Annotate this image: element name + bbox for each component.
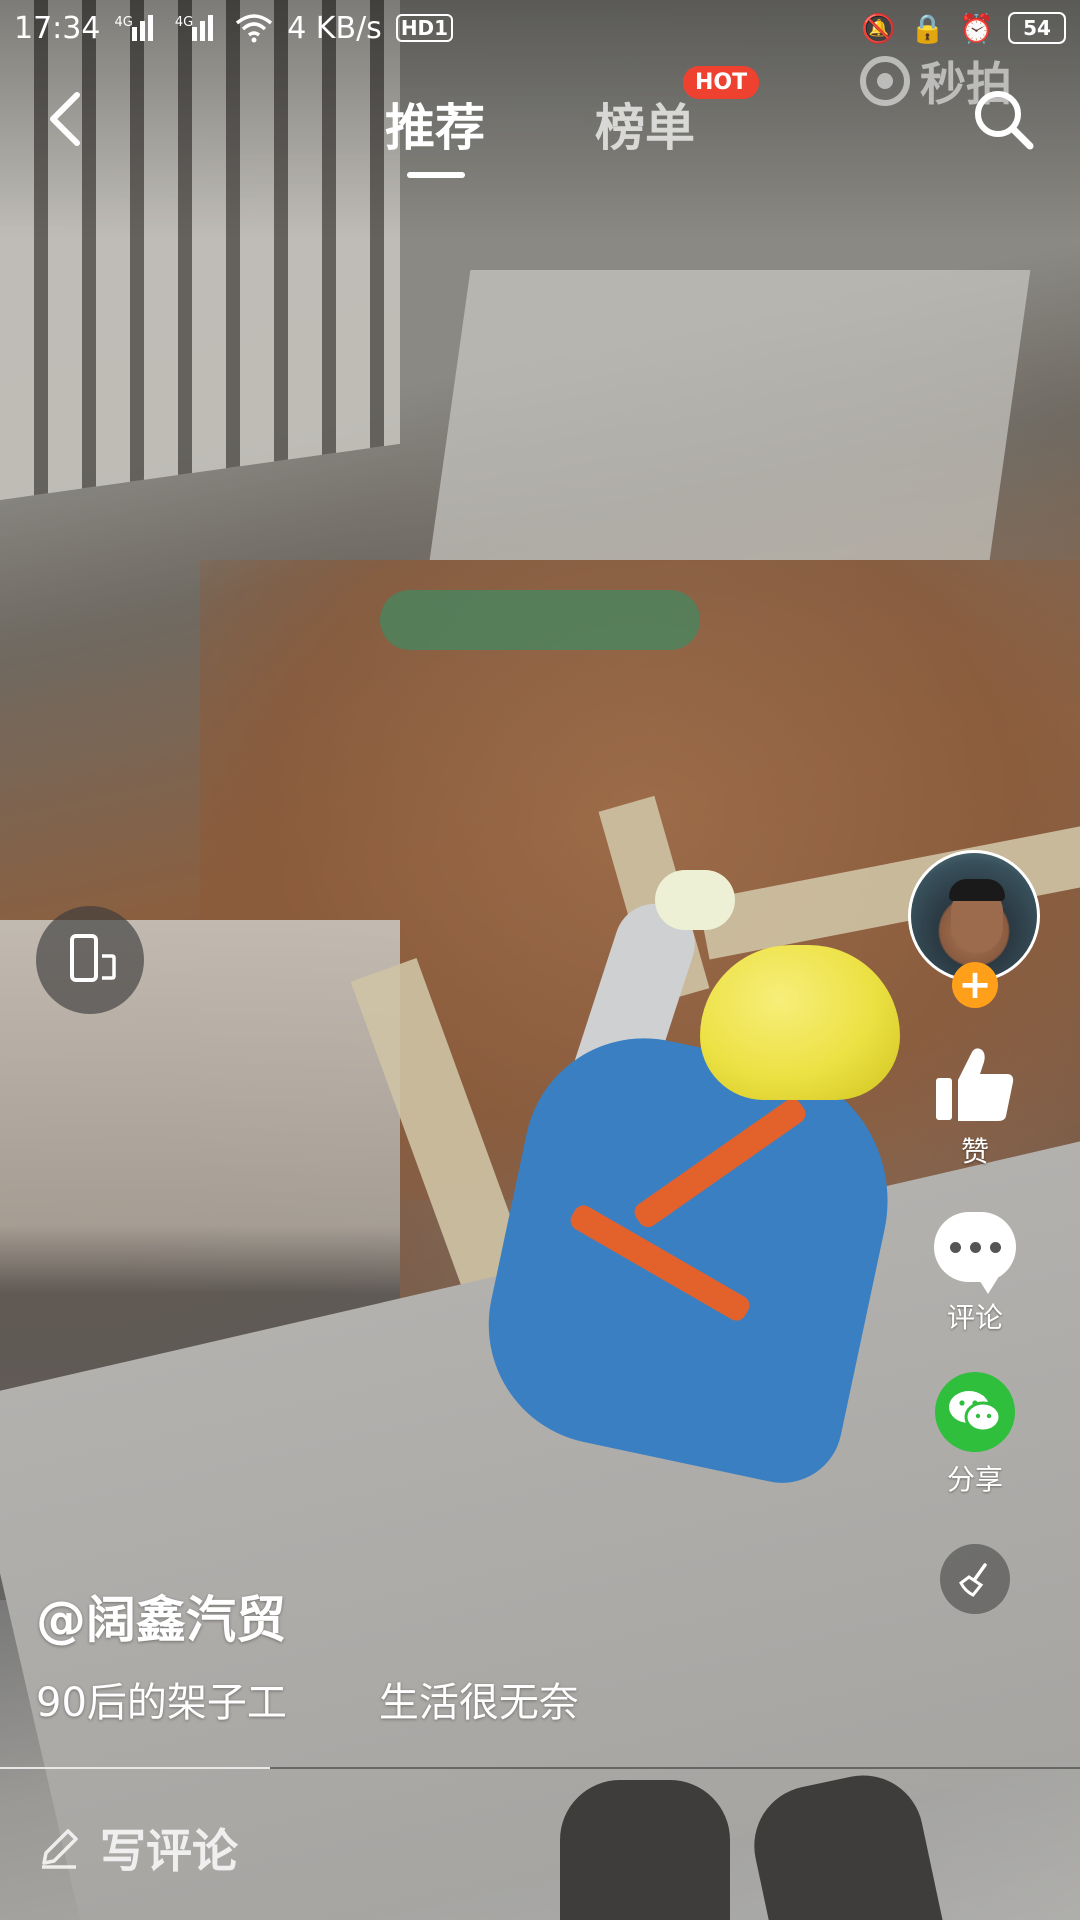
broom-icon <box>959 1563 987 1597</box>
hd-badge: HD1 <box>395 14 454 42</box>
clear-screen-button[interactable] <box>940 1544 1010 1614</box>
avatar-hair <box>949 879 1005 901</box>
alarm-icon: ⏰ <box>959 11 994 45</box>
search-icon <box>975 91 1034 150</box>
follow-button[interactable]: + <box>952 962 998 1008</box>
phone-rotate-icon <box>70 934 116 982</box>
share-label: 分享 <box>946 1463 1003 1496</box>
chevron-left-icon <box>50 92 80 146</box>
status-left: 17:34 4G 4G 4 KB/s HD1 <box>14 10 454 46</box>
tab-ranking[interactable]: 榜单 <box>595 88 695 160</box>
author-name[interactable]: @阔鑫汽贸 <box>36 1580 286 1652</box>
comment-bubble-icon <box>934 1212 1016 1294</box>
search-button[interactable] <box>968 84 1038 154</box>
camera-operator-shoes <box>560 1764 1000 1920</box>
status-right: 🔕 🔒 ⏰ 54 <box>861 12 1066 45</box>
signal-icon: 4G <box>175 15 221 41</box>
wifi-icon <box>236 14 273 43</box>
clock: 17:34 <box>14 10 101 46</box>
comment-label: 评论 <box>946 1301 1003 1334</box>
caption-part: 生活很无奈 <box>378 1680 579 1726</box>
sim1-network-type: 4G <box>114 15 133 30</box>
tab-recommend[interactable]: 推荐 <box>385 88 485 160</box>
hard-hat <box>700 945 900 1100</box>
comment-button[interactable]: 评论 <box>920 1212 1030 1336</box>
worker-glove <box>655 870 735 930</box>
concrete-slab-scenery <box>429 270 1031 560</box>
green-tarp-scenery <box>380 590 700 650</box>
video-caption: 90后的架子工 生活很无奈 <box>36 1670 579 1728</box>
lock-rotation-icon: 🔒 <box>910 11 946 45</box>
pencil-icon <box>42 1829 78 1869</box>
signal-icon: 4G <box>114 15 160 41</box>
active-tab-indicator <box>407 172 465 178</box>
progress-fill <box>0 1767 270 1769</box>
author-avatar-group[interactable]: + <box>908 850 1040 1008</box>
back-button[interactable] <box>30 84 100 154</box>
top-navigation: 推荐 榜单 HOT <box>0 66 1080 190</box>
network-speed: 4 KB/s <box>287 10 382 46</box>
video-player-screen: 17:34 4G 4G 4 KB/s HD1 🔕 🔒 ⏰ 54 秒拍 推荐 榜单… <box>0 0 1080 1920</box>
vibrate-icon: 🔕 <box>861 11 897 45</box>
wechat-icon <box>935 1372 1015 1452</box>
like-label: 赞 <box>960 1135 989 1168</box>
like-button[interactable]: 赞 <box>920 1044 1030 1170</box>
share-button[interactable]: 分享 <box>920 1372 1030 1498</box>
hot-badge: HOT <box>683 66 760 99</box>
battery-icon: 54 <box>1008 12 1066 44</box>
comment-placeholder: 写评论 <box>100 1824 238 1878</box>
screen-orientation-button[interactable] <box>36 906 144 1014</box>
caption-part: 90后的架子工 <box>36 1680 287 1726</box>
comment-input[interactable]: 写评论 <box>36 1815 238 1881</box>
thumbs-up-icon <box>936 1048 1014 1121</box>
sim2-network-type: 4G <box>174 15 194 30</box>
